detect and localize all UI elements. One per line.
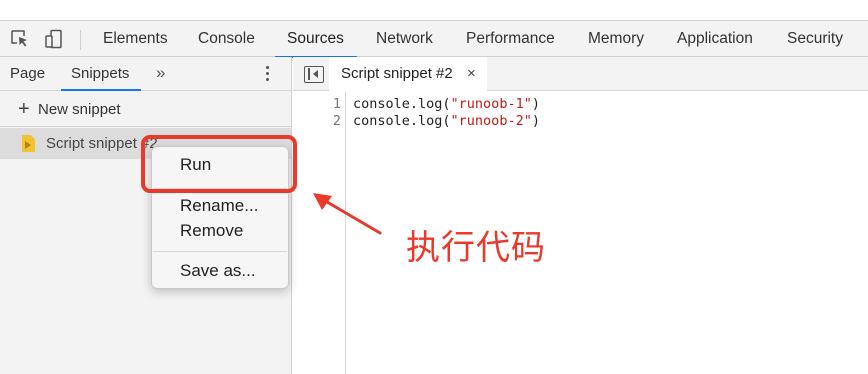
navigator-tabs: Page Snippets »	[0, 57, 291, 91]
tab-performance[interactable]: Performance	[466, 21, 555, 57]
code-line: console.log("runoob-1")	[353, 96, 540, 113]
code-text: console.log(	[353, 113, 451, 129]
more-tabs-chevron-icon[interactable]: »	[156, 57, 165, 90]
line-number: 2	[332, 113, 341, 129]
tab-memory[interactable]: Memory	[588, 21, 644, 57]
tab-sources[interactable]: Sources	[275, 21, 357, 58]
menu-item-remove[interactable]: Remove	[180, 220, 243, 242]
device-toolbar-icon[interactable]	[44, 29, 64, 49]
code-text: console.log(	[353, 96, 451, 112]
editor-tab-script-snippet[interactable]: Script snippet #2 ×	[329, 57, 487, 91]
toggle-navigator-icon[interactable]	[304, 66, 324, 83]
menu-item-rename[interactable]: Rename...	[180, 195, 258, 217]
plus-icon: +	[18, 98, 30, 120]
window-top-strip	[0, 0, 868, 20]
line-number: 1	[332, 96, 341, 112]
tab-security[interactable]: Security	[787, 21, 843, 57]
run-highlight-box	[141, 135, 297, 193]
snippet-file-icon	[22, 135, 35, 152]
editor-tab-bar: Script snippet #2 ×	[293, 57, 868, 91]
new-snippet-button[interactable]: + New snippet	[0, 92, 291, 127]
more-options-icon[interactable]	[266, 66, 270, 82]
code-string: "runoob-2"	[450, 113, 532, 129]
inspect-element-icon[interactable]	[10, 29, 30, 49]
code-text: )	[531, 96, 540, 112]
tab-page[interactable]: Page	[10, 57, 45, 90]
tab-elements[interactable]: Elements	[103, 21, 168, 57]
editor-tab-label: Script snippet #2	[341, 65, 453, 82]
new-snippet-label: New snippet	[38, 101, 121, 118]
code-editor[interactable]: 1 2 console.log("runoob-1") console.log(…	[293, 92, 868, 374]
toolbar-divider	[80, 30, 81, 50]
line-number-gutter: 1 2	[293, 92, 346, 374]
code-line: console.log("runoob-2")	[353, 113, 540, 130]
tab-network[interactable]: Network	[376, 21, 433, 57]
code-text: )	[531, 113, 540, 129]
close-tab-icon[interactable]: ×	[467, 57, 476, 90]
code-string: "runoob-1"	[450, 96, 532, 112]
menu-item-save-as[interactable]: Save as...	[180, 260, 256, 282]
tab-application[interactable]: Application	[677, 21, 753, 57]
menu-separator	[153, 251, 287, 252]
tab-console[interactable]: Console	[198, 21, 255, 57]
tab-snippets[interactable]: Snippets	[60, 57, 142, 91]
devtools-main-toolbar: Elements Console Sources Network Perform…	[0, 20, 868, 58]
annotation-label: 执行代码	[406, 229, 546, 267]
